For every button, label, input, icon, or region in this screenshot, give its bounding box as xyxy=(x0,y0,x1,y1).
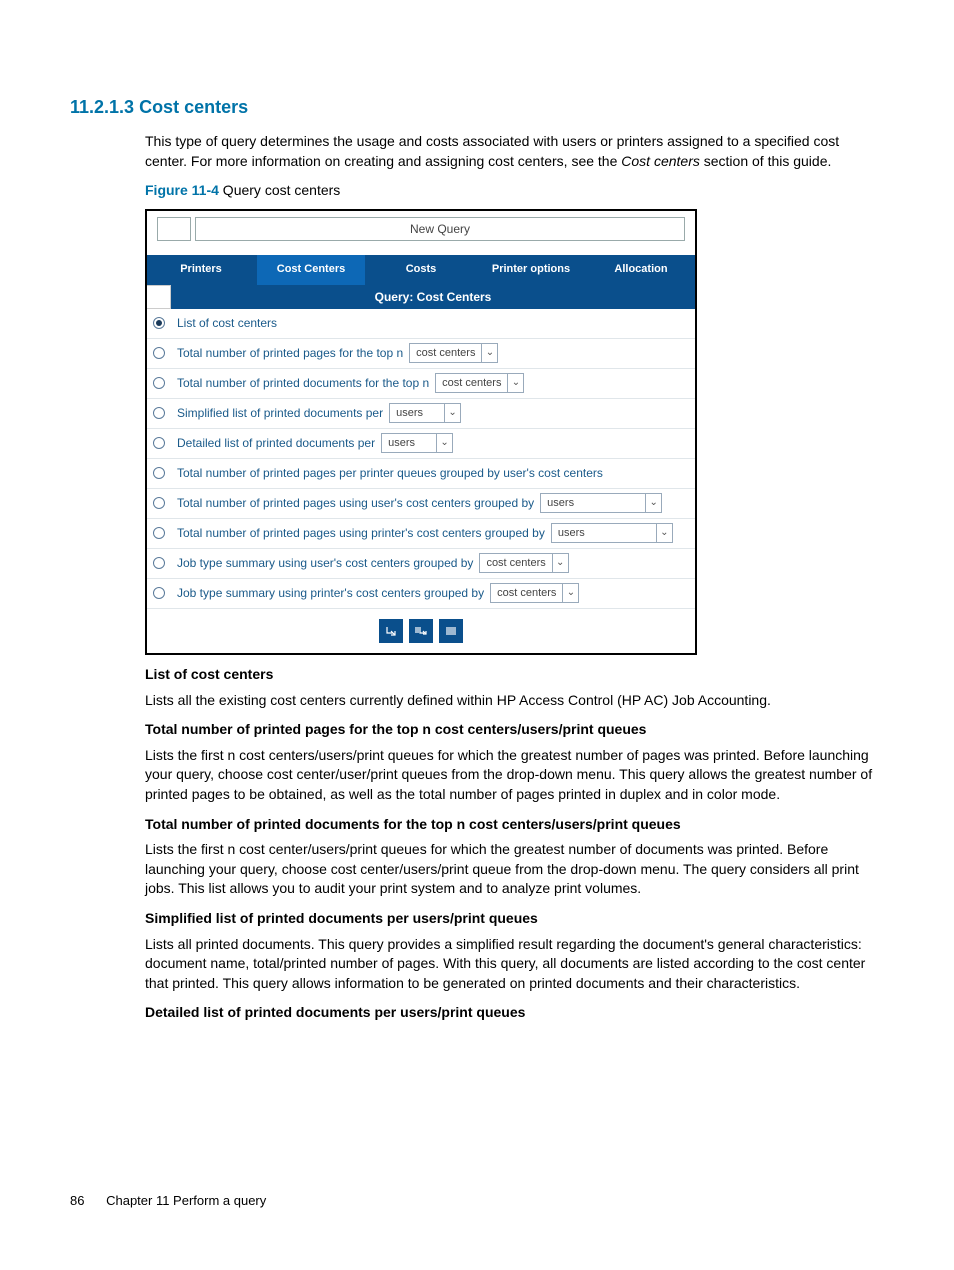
query-option-row: Total number of printed pages for the to… xyxy=(147,339,695,369)
option-dropdown[interactable]: users⌄ xyxy=(381,433,453,453)
option-label: Total number of printed documents for th… xyxy=(177,375,429,392)
dropdown-value: cost centers xyxy=(480,556,551,571)
query-option-row: Job type summary using printer's cost ce… xyxy=(147,579,695,609)
chevron-down-icon: ⌄ xyxy=(552,554,568,572)
intro-text-b: section of this guide. xyxy=(700,153,832,169)
tab-cost-centers[interactable]: Cost Centers xyxy=(257,255,367,285)
option-label: Job type summary using printer's cost ce… xyxy=(177,585,484,602)
radio-option[interactable] xyxy=(153,437,165,449)
option-dropdown[interactable]: users⌄ xyxy=(551,523,673,543)
figure-number: Figure 11-4 xyxy=(145,182,219,198)
radio-option[interactable] xyxy=(153,407,165,419)
section-heading: 11.2.1.3 Cost centers xyxy=(70,95,884,120)
chapter-label: Chapter 11 Perform a query xyxy=(106,1193,266,1208)
action-export-single-icon[interactable] xyxy=(379,619,403,643)
query-option-row: Job type summary using user's cost cente… xyxy=(147,549,695,579)
chevron-down-icon: ⌄ xyxy=(436,434,452,452)
action-barcode-icon[interactable] xyxy=(439,619,463,643)
dropdown-value: cost centers xyxy=(491,586,562,601)
figure-title: Query cost centers xyxy=(219,182,340,198)
figure-caption: Figure 11-4 Query cost centers xyxy=(145,181,884,201)
radio-option[interactable] xyxy=(153,527,165,539)
tabs-row: Printers Cost Centers Costs Printer opti… xyxy=(147,255,695,285)
chevron-down-icon: ⌄ xyxy=(562,584,578,602)
window-system-button[interactable] xyxy=(157,217,191,241)
radio-option[interactable] xyxy=(153,317,165,329)
definition-heading: Total number of printed documents for th… xyxy=(145,815,884,835)
chevron-down-icon: ⌄ xyxy=(507,374,523,392)
dropdown-value: cost centers xyxy=(436,376,507,391)
radio-option[interactable] xyxy=(153,467,165,479)
chevron-down-icon: ⌄ xyxy=(656,524,672,542)
definition-body: Lists all printed documents. This query … xyxy=(145,935,884,994)
query-option-row: Total number of printed pages using prin… xyxy=(147,519,695,549)
option-dropdown[interactable]: cost centers⌄ xyxy=(409,343,498,363)
chevron-down-icon: ⌄ xyxy=(481,344,497,362)
tab-allocation[interactable]: Allocation xyxy=(587,255,695,285)
dropdown-value: users xyxy=(552,526,656,541)
tab-printer-options[interactable]: Printer options xyxy=(477,255,587,285)
option-label: Total number of printed pages for the to… xyxy=(177,345,403,362)
chevron-down-icon: ⌄ xyxy=(444,404,460,422)
option-label: Simplified list of printed documents per xyxy=(177,405,383,422)
action-export-multi-icon[interactable] xyxy=(409,619,433,643)
page-number: 86 xyxy=(70,1193,84,1208)
option-dropdown[interactable]: users⌄ xyxy=(389,403,461,423)
window-title-bar: New Query xyxy=(195,217,685,241)
query-option-row: Total number of printed pages using user… xyxy=(147,489,695,519)
tab-printers[interactable]: Printers xyxy=(147,255,257,285)
definition-heading: Simplified list of printed documents per… xyxy=(145,909,884,929)
definition-heading: Detailed list of printed documents per u… xyxy=(145,1003,884,1023)
query-option-row: Detailed list of printed documents per us… xyxy=(147,429,695,459)
option-dropdown[interactable]: cost centers⌄ xyxy=(479,553,568,573)
option-label: Detailed list of printed documents per xyxy=(177,435,375,452)
query-option-row: Total number of printed documents for th… xyxy=(147,369,695,399)
option-label: List of cost centers xyxy=(177,315,277,332)
definition-body: Lists the first n cost center/users/prin… xyxy=(145,840,884,899)
option-dropdown[interactable]: users⌄ xyxy=(540,493,662,513)
definition-heading: List of cost centers xyxy=(145,665,884,685)
chevron-down-icon: ⌄ xyxy=(645,494,661,512)
option-label: Total number of printed pages using prin… xyxy=(177,525,545,542)
option-label: Total number of printed pages per printe… xyxy=(177,465,603,482)
definition-body: Lists all the existing cost centers curr… xyxy=(145,691,884,711)
query-option-row: Simplified list of printed documents per… xyxy=(147,399,695,429)
radio-option[interactable] xyxy=(153,587,165,599)
dropdown-value: users xyxy=(541,496,645,511)
option-dropdown[interactable]: cost centers⌄ xyxy=(435,373,524,393)
radio-option[interactable] xyxy=(153,497,165,509)
page-footer: 86 Chapter 11 Perform a query xyxy=(70,1192,266,1210)
radio-option[interactable] xyxy=(153,557,165,569)
query-window: New Query Printers Cost Centers Costs Pr… xyxy=(145,209,697,655)
radio-option[interactable] xyxy=(153,347,165,359)
tab-costs[interactable]: Costs xyxy=(367,255,477,285)
query-option-row: List of cost centers xyxy=(147,309,695,339)
radio-option[interactable] xyxy=(153,377,165,389)
query-header-label: Query: Cost Centers xyxy=(171,285,695,309)
option-dropdown[interactable]: cost centers⌄ xyxy=(490,583,579,603)
query-option-row: Total number of printed pages per printe… xyxy=(147,459,695,489)
option-label: Job type summary using user's cost cente… xyxy=(177,555,473,572)
intro-em: Cost centers xyxy=(621,153,700,169)
dropdown-value: users xyxy=(390,406,444,421)
intro-paragraph: This type of query determines the usage … xyxy=(145,132,884,171)
dropdown-value: cost centers xyxy=(410,346,481,361)
definition-body: Lists the first n cost centers/users/pri… xyxy=(145,746,884,805)
option-label: Total number of printed pages using user… xyxy=(177,495,534,512)
action-row xyxy=(147,609,695,653)
query-header-corner xyxy=(147,285,171,309)
definition-heading: Total number of printed pages for the to… xyxy=(145,720,884,740)
dropdown-value: users xyxy=(382,436,436,451)
